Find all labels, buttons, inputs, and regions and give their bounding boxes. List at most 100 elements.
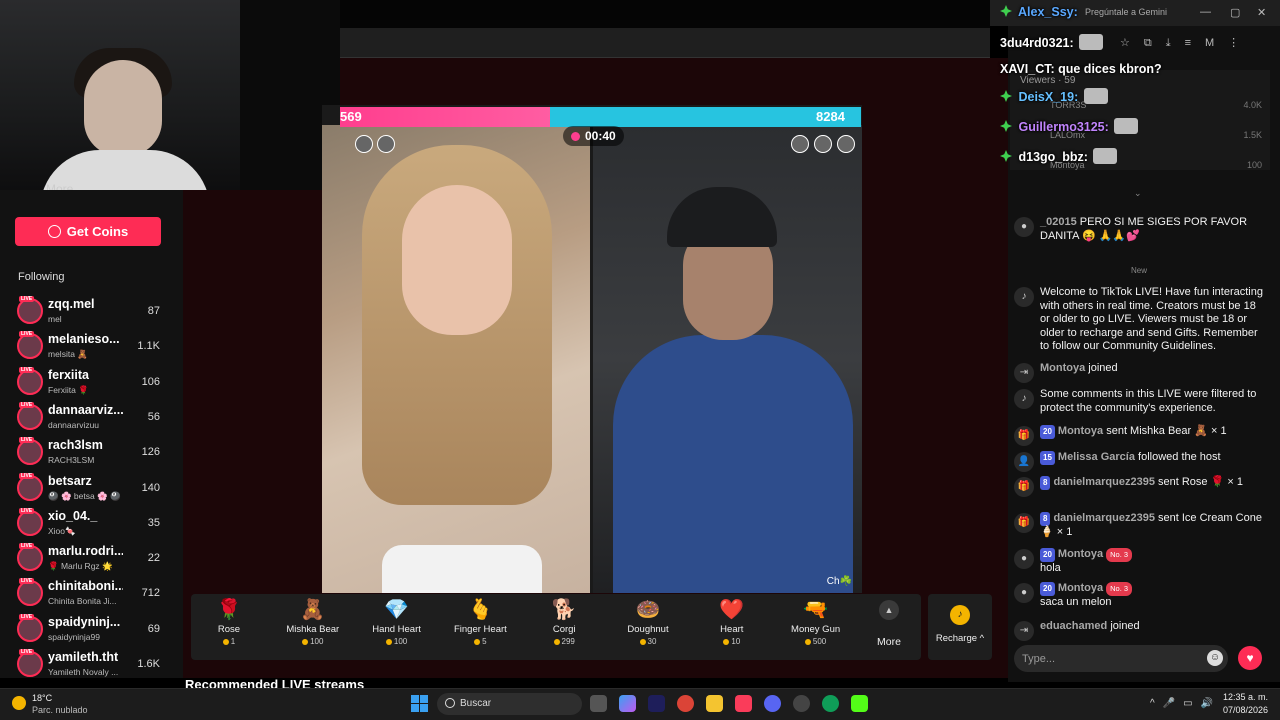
following-name: rach3lsm <box>48 438 103 453</box>
chat-message-body: Montoya joined <box>1040 362 1266 376</box>
following-item[interactable]: LIVE melanieso... melsita 🧸 1.1K <box>15 331 175 365</box>
following-name: zqq.mel <box>48 297 95 311</box>
live-badge: LIVE <box>19 613 35 620</box>
following-item[interactable]: LIVE zqq.mel mel 87 <box>15 296 175 330</box>
gift-item[interactable]: 🧸 Mishka Bear 100 <box>278 598 348 646</box>
chat-input-box[interactable] <box>1014 645 1228 672</box>
following-name: chinitaboni... <box>48 579 123 594</box>
following-item[interactable]: LIVE betsarz 🎱 🌸 betsa 🌸 🎱 140 <box>15 472 175 507</box>
sub-badge-icon <box>1000 5 1012 17</box>
new-messages-divider: New <box>1130 266 1147 275</box>
level-badge: 20 <box>1040 548 1055 562</box>
supporter-avatar[interactable] <box>837 135 855 153</box>
following-item[interactable]: LIVE marlu.rodri... 🌹 Marlu Rgz 🌟 22 <box>15 543 175 577</box>
gift-item[interactable]: 🫰 Finger Heart 5 <box>445 598 515 646</box>
battle-icon <box>571 131 580 141</box>
chat-message-icon: ♪ <box>1014 389 1034 409</box>
gift-item[interactable]: 🌹 Rose 1 <box>194 598 264 646</box>
chat-username[interactable]: eduachamed <box>1040 620 1107 632</box>
discord-icon[interactable] <box>764 695 781 712</box>
following-item[interactable]: LIVE ferxiita Ferxiita 🌹 106 <box>15 366 175 401</box>
battle-timer-text: 00:40 <box>585 129 616 143</box>
live-badge: LIVE <box>19 296 35 302</box>
viewer-count: 126 <box>141 446 160 459</box>
recharge-button[interactable]: ♪ Recharge ^ <box>928 594 992 660</box>
close-icon[interactable]: ✕ <box>1257 6 1266 19</box>
minimize-icon[interactable]: — <box>1200 6 1211 18</box>
following-title: Following <box>18 271 65 283</box>
gift-name: Corgi <box>552 624 576 635</box>
maximize-icon[interactable]: ▢ <box>1230 6 1240 19</box>
viewer-value: 100 <box>1246 160 1262 170</box>
task-view-icon[interactable] <box>590 695 607 712</box>
host-right-shirt <box>613 335 853 593</box>
chat-message-icon: 🎁 <box>1014 426 1034 446</box>
gift-price: 299 <box>529 637 599 646</box>
like-heart-icon[interactable]: ♥ <box>1238 646 1262 670</box>
premiere-icon[interactable] <box>648 695 665 712</box>
following-name: yamileth.tht <box>48 650 119 664</box>
gift-icon: 🌹 <box>216 599 242 621</box>
gift-item[interactable]: ❤️ Heart 10 <box>697 598 767 646</box>
emoji-icon[interactable]: ☺ <box>1207 650 1223 666</box>
chat-username[interactable]: Montoya <box>1058 425 1103 437</box>
supporter-avatar[interactable] <box>791 135 809 153</box>
level-badge: 20 <box>1040 425 1055 439</box>
gifts-more-button[interactable]: ▲ More <box>874 600 904 648</box>
following-item[interactable]: LIVE yamileth.tht Yamileth Novaly ... 1.… <box>15 649 175 683</box>
overlay-chat-line: Guillermo3125: <box>1000 118 1139 134</box>
viewer-count: 35 <box>147 516 160 529</box>
gift-item[interactable]: 🔫 Money Gun 500 <box>781 598 851 646</box>
chrome-active-icon[interactable] <box>822 695 839 712</box>
chat-username[interactable]: danielmarquez2395 <box>1053 512 1155 524</box>
following-item[interactable]: LIVE chinitaboni... Chinita Bonita Ji...… <box>15 578 175 612</box>
chat-username[interactable]: Melissa García <box>1058 451 1135 463</box>
following-item[interactable]: LIVE spaidyninj... spaidyninja99 69 <box>15 613 175 648</box>
sidebar-more-link[interactable]: More <box>46 182 73 190</box>
gift-item[interactable]: 🍩 Doughnut 30 <box>613 598 683 646</box>
supporter-avatar[interactable] <box>377 135 395 153</box>
chat-username[interactable]: Montoya <box>1058 582 1103 594</box>
music-icon[interactable] <box>735 695 752 712</box>
chat-username[interactable]: danielmarquez2395 <box>1053 476 1155 488</box>
chat-username[interactable]: Montoya <box>1040 362 1085 374</box>
chat-text: sent Rose 🌹 × 1 <box>1158 476 1243 488</box>
following-item[interactable]: LIVE dannaarviz... dannaarvizuu 56 <box>15 401 175 436</box>
chevron-down-icon[interactable]: ⌄ <box>1134 188 1142 199</box>
weather-temp: 18°C <box>32 693 53 703</box>
following-item[interactable]: LIVE rach3lsm RACH3LSM 126 <box>15 437 175 471</box>
chevron-up-icon: ▲ <box>879 600 899 620</box>
sub-badge-icon <box>1000 150 1012 162</box>
windows-start-icon[interactable] <box>411 695 428 712</box>
viewer-value: 4.0K <box>1243 100 1262 110</box>
kick-icon[interactable] <box>851 695 868 712</box>
taskbar-clock[interactable]: 12:35 a. m. 07/08/2026 <box>1220 692 1268 715</box>
copilot-icon[interactable] <box>619 695 636 712</box>
supporter-avatar[interactable] <box>355 135 373 153</box>
system-tray-icons[interactable]: ^🎤▭🔊 <box>1150 698 1221 709</box>
viewer-count: 69 <box>147 622 160 635</box>
chat-message-icon: ⇥ <box>1014 621 1034 641</box>
chat-message-body: 15 Melissa García followed the host <box>1040 451 1266 465</box>
get-coins-button[interactable]: Get Coins <box>15 217 161 246</box>
chat-message-body: 20 Montoya No. 3 saca un melon <box>1040 582 1266 609</box>
overlay-chat-line: XAVI_CT: que dices kbron? <box>1000 62 1162 76</box>
obs-icon[interactable] <box>793 695 810 712</box>
chat-username[interactable]: Montoya <box>1058 548 1103 560</box>
browser-address-bar[interactable] <box>340 28 990 58</box>
taskbar-search[interactable]: Buscar <box>437 693 582 715</box>
host-left-face <box>402 185 512 335</box>
supporter-avatar[interactable] <box>814 135 832 153</box>
gift-item[interactable]: 🐕 Corgi 299 <box>529 598 599 646</box>
following-item[interactable]: LIVE xio_04._ Xioo🍬 35 <box>15 507 175 542</box>
gift-item[interactable]: 💎 Hand Heart 100 <box>362 598 432 646</box>
gemini-prompt[interactable]: Pregúntale a Gemini <box>1085 7 1167 17</box>
chat-username[interactable]: _02015 <box>1040 216 1077 228</box>
chat-message-icon: ● <box>1014 549 1034 569</box>
file-explorer-icon[interactable] <box>706 695 723 712</box>
chat-input[interactable] <box>1022 651 1202 666</box>
chrome-icon[interactable] <box>677 695 694 712</box>
chat-text: saca un melon <box>1040 595 1112 608</box>
live-battle-video[interactable]: Ch☘️ <box>322 105 862 593</box>
browser-toolbar-icons[interactable]: ☆⧉⤓≡M⋮ <box>1120 36 1253 50</box>
